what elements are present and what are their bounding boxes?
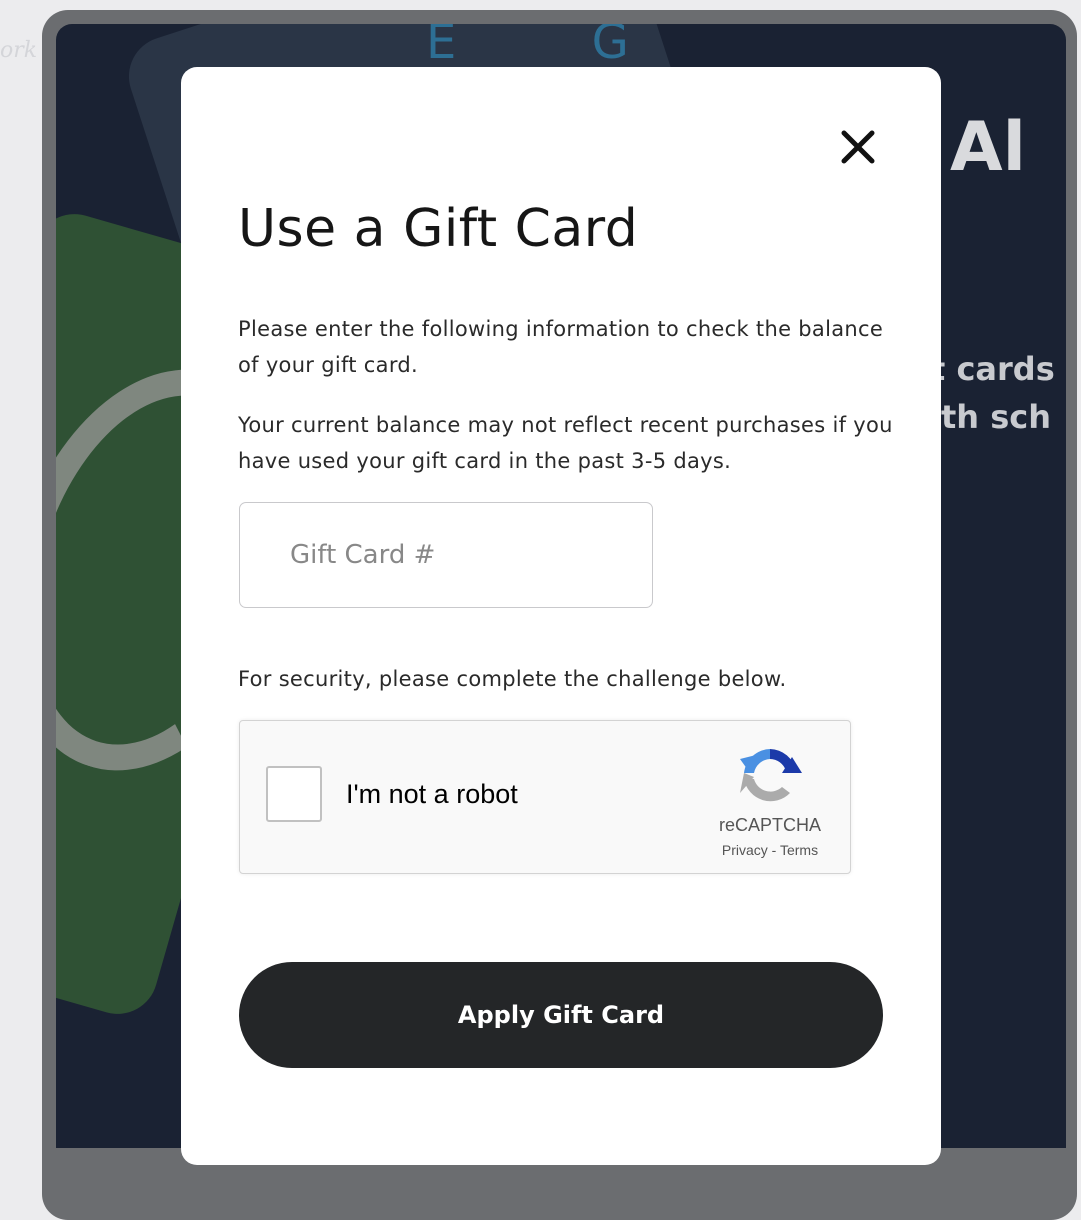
- recaptcha-links: Privacy - Terms: [700, 842, 840, 858]
- background-heading-fragment: Al: [950, 108, 1026, 187]
- background-left-edge-text: ork: [0, 38, 38, 63]
- recaptcha-label: I'm not a robot: [346, 779, 518, 809]
- apply-gift-card-button[interactable]: Apply Gift Card: [239, 962, 883, 1068]
- instructions-text: Please enter the following information t…: [238, 317, 884, 377]
- background-line-2: ith sch: [930, 398, 1051, 436]
- close-button[interactable]: [836, 125, 880, 169]
- security-text: For security, please complete the challe…: [238, 667, 787, 691]
- recaptcha-privacy-link[interactable]: Privacy: [722, 842, 768, 858]
- gift-card-modal: Use a Gift Card Please enter the followi…: [181, 67, 941, 1165]
- modal-title: Use a Gift Card: [238, 199, 639, 259]
- background-text-clip: Al t cards ith sch: [920, 0, 1062, 1206]
- recaptcha-widget: I'm not a robot reCAPTCHA Privacy - Term…: [239, 720, 851, 874]
- close-icon: [841, 130, 875, 164]
- recaptcha-checkbox[interactable]: [266, 766, 322, 822]
- recaptcha-link-separator: -: [767, 842, 780, 858]
- recaptcha-terms-link[interactable]: Terms: [780, 842, 818, 858]
- recaptcha-logo-icon: [740, 749, 802, 802]
- background-line-1: t cards: [930, 350, 1055, 388]
- recaptcha-brand: reCAPTCHA: [718, 815, 821, 835]
- background-card-letters: E G: [426, 24, 689, 70]
- gift-card-number-input[interactable]: [239, 502, 653, 608]
- balance-notice-text: Your current balance may not reflect rec…: [238, 413, 893, 473]
